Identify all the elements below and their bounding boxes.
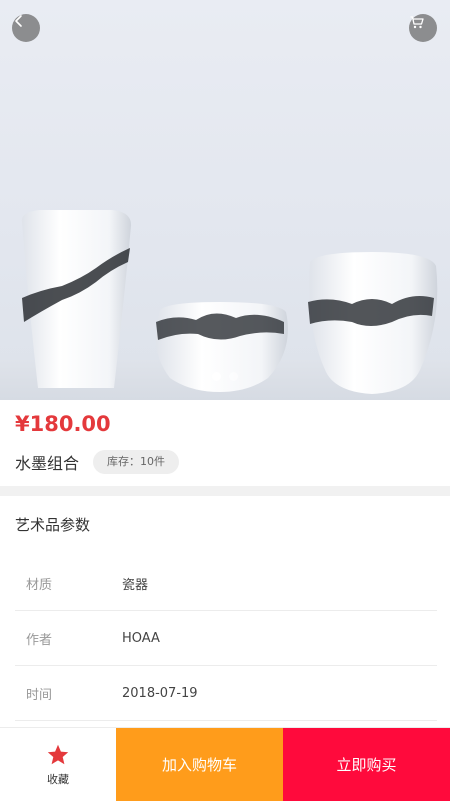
product-price: ¥180.00 — [15, 412, 111, 436]
buy-now-button[interactable]: 立即购买 — [283, 728, 450, 801]
param-label: 作者 — [26, 632, 53, 648]
back-button[interactable] — [12, 14, 40, 42]
product-name: 水墨组合 — [15, 454, 80, 473]
add-to-cart-button[interactable]: 加入购物车 — [116, 728, 283, 801]
product-image-carousel[interactable] — [0, 0, 450, 400]
param-row-material: 材质 瓷器 — [15, 556, 437, 611]
chevron-left-icon — [15, 15, 22, 27]
product-name-row: 水墨组合 库存：10件 — [15, 450, 180, 474]
favorite-button[interactable]: 收藏 — [0, 728, 116, 801]
carousel-indicators — [0, 372, 450, 381]
carousel-dot-2[interactable] — [229, 372, 238, 381]
stock-badge: 库存：10件 — [93, 450, 180, 474]
bottom-action-bar: 收藏 加入购物车 立即购买 — [0, 727, 450, 801]
cart-icon — [410, 16, 424, 29]
param-label: 材质 — [26, 577, 53, 593]
param-value: 2018-07-19 — [122, 685, 198, 701]
star-icon — [47, 744, 69, 764]
carousel-dot-1[interactable] — [212, 372, 221, 381]
param-value: HOAA — [122, 630, 160, 646]
param-row-date: 时间 2018-07-19 — [15, 666, 437, 721]
favorite-label: 收藏 — [47, 772, 69, 786]
cart-button[interactable] — [409, 14, 437, 42]
param-value: 瓷器 — [122, 577, 149, 593]
param-label: 时间 — [26, 687, 53, 703]
section-divider — [0, 486, 450, 496]
param-row-author: 作者 HOAA — [15, 611, 437, 666]
params-section-title: 艺术品参数 — [15, 516, 91, 534]
vase-photo — [0, 210, 450, 400]
